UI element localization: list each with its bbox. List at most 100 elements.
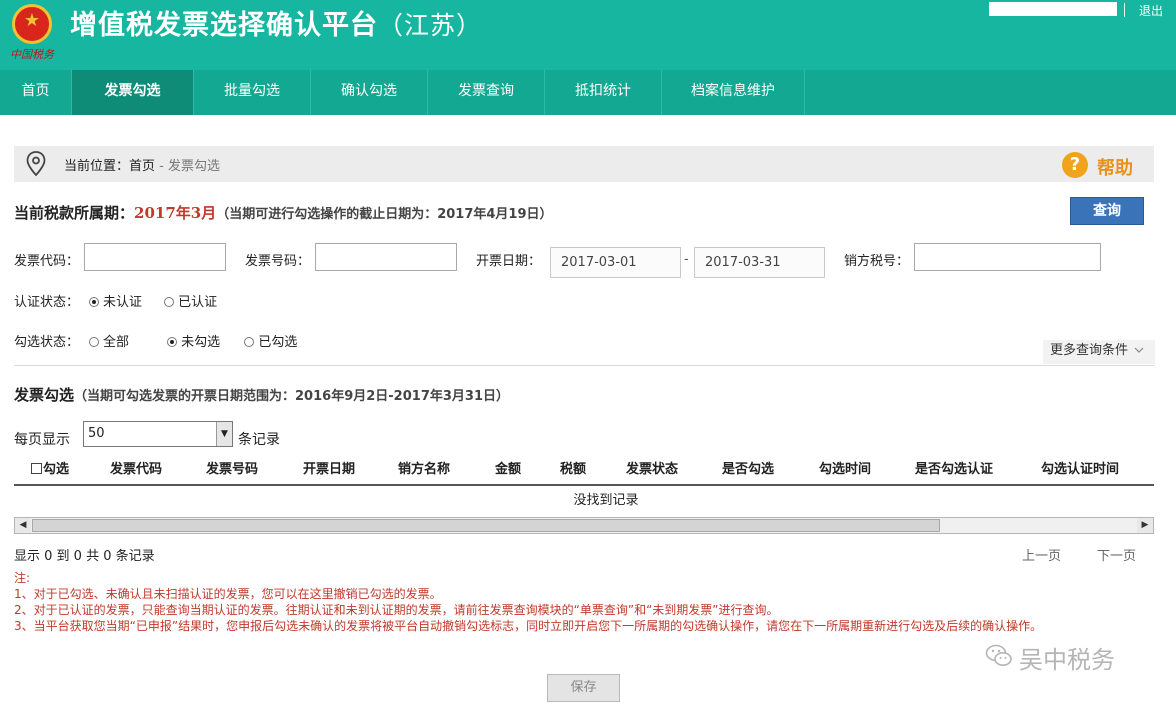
breadcrumb-separator: - [155, 159, 168, 174]
th-is-selected: 是否勾选 [722, 462, 775, 477]
issue-date-label: 开票日期： [476, 254, 542, 269]
th-tax: 税额 [560, 462, 587, 477]
tax-period-label: 当前税款所属期： [14, 204, 135, 222]
radio-unchecked-icon [164, 297, 175, 307]
invoice-number-label: 发票号码： [245, 254, 311, 269]
tax-period-value: 2017年3月 [134, 204, 217, 222]
app-header: ★ 中国税务 增值税发票选择确认平台（江苏） 退出 [0, 0, 1176, 70]
radio-label: 全部 [103, 335, 130, 350]
table-empty-message: 没找到记录 [573, 493, 639, 508]
nav-item-invoice-query[interactable]: 发票查询 [428, 70, 545, 115]
pagesize-value: 50 [88, 426, 105, 441]
query-button[interactable]: 查询 [1070, 197, 1144, 225]
section-title-text: 发票勾选 [14, 386, 75, 404]
emblem-text: 中国税务 [10, 48, 54, 61]
notes-panel: 注: 1、对于已勾选、未确认且未扫描认证的发票，您可以在这里撤销已勾选的发票。 … [14, 570, 1164, 634]
th-invoice-number: 发票号码 [206, 462, 259, 477]
note-line: 2、对于已认证的发票，只能查询当期认证的发票。往期认证和未到认证期的发票，请前往… [14, 603, 779, 617]
app-title-province: （江苏） [378, 11, 483, 40]
more-conditions-label: 更多查询条件 [1050, 343, 1129, 358]
radio-label: 未认证 [103, 295, 143, 310]
select-status-all-radio[interactable]: 全部 [89, 331, 129, 350]
nav-item-invoice-select[interactable]: 发票勾选 [72, 70, 194, 115]
tax-period: 当前税款所属期：2017年3月（当期可进行勾选操作的截止日期为：2017年4月1… [14, 202, 553, 223]
radio-checked-icon [167, 337, 178, 347]
breadcrumb-text: 当前位置：首页 - 发票勾选 [64, 155, 220, 174]
nav-item-deduction-stats[interactable]: 抵扣统计 [545, 70, 662, 115]
th-select-time: 勾选时间 [819, 462, 872, 477]
pagesize-suffix: 条记录 [238, 432, 280, 448]
nav-item-batch-select[interactable]: 批量勾选 [194, 70, 311, 115]
scroll-left-icon[interactable]: ◀ [15, 518, 31, 533]
main-nav: 首页 发票勾选 批量勾选 确认勾选 发票查询 抵扣统计 档案信息维护 [0, 70, 1176, 115]
scroll-right-icon[interactable]: ▶ [1137, 518, 1153, 533]
user-name-field[interactable] [989, 2, 1117, 16]
notes-title: 注: [14, 571, 31, 585]
next-page-link[interactable]: 下一页 [1097, 545, 1136, 564]
th-amount: 金额 [495, 462, 522, 477]
th-issue-date: 开票日期 [303, 462, 356, 477]
table-horizontal-scrollbar[interactable]: ◀ ▶ [14, 517, 1154, 534]
nav-item-home[interactable]: 首页 [0, 70, 72, 115]
breadcrumb-current: 发票勾选 [168, 159, 221, 174]
select-status-selected-radio[interactable]: 已勾选 [244, 331, 297, 350]
cert-status-uncertified-radio[interactable]: 未认证 [89, 291, 142, 310]
app-title: 增值税发票选择确认平台（江苏） [70, 8, 482, 44]
note-line: 3、当平台获取您当期“已申报”结果时，您申报后勾选未确认的发票将被平台自动撤销勾… [14, 619, 1043, 633]
tax-period-note: （当期可进行勾选操作的截止日期为：2017年4月19日） [216, 207, 553, 222]
select-status-radio-group: 全部 未勾选 已勾选 [89, 331, 315, 350]
help-icon: ? [1062, 152, 1088, 178]
section-title-note: （当期可勾选发票的开票日期范围为：2016年9月2日-2017年3月31日） [74, 389, 510, 404]
cert-status-radio-group: 未认证 已认证 [89, 291, 235, 310]
dropdown-arrow-icon: ▼ [216, 422, 232, 446]
location-pin-icon [26, 151, 46, 177]
issue-date-from-field[interactable] [550, 247, 681, 278]
th-invoice-code: 发票代码 [110, 462, 163, 477]
breadcrumb-home-link[interactable]: 首页 [129, 159, 155, 174]
invoice-code-field[interactable] [84, 243, 226, 271]
nav-item-archive-maintenance[interactable]: 档案信息维护 [662, 70, 805, 115]
nav-item-confirm-select[interactable]: 确认勾选 [311, 70, 428, 115]
radio-unchecked-icon [89, 337, 99, 347]
pagesize-select[interactable]: 50 ▼ [83, 421, 233, 447]
table-header-divider [14, 484, 1154, 486]
invoice-select-section-title: 发票勾选（当期可勾选发票的开票日期范围为：2016年9月2日-2017年3月31… [14, 384, 509, 405]
seller-tax-id-label: 销方税号： [844, 254, 910, 269]
save-button[interactable]: 保存 [547, 674, 620, 702]
select-status-label: 勾选状态： [14, 335, 80, 350]
app-title-main: 增值税发票选择确认平台 [70, 10, 378, 41]
radio-checked-icon [89, 297, 99, 307]
th-label: 勾选 [43, 462, 70, 477]
wechat-icon [985, 644, 1012, 666]
seller-tax-id-field[interactable] [914, 243, 1101, 271]
chevron-down-icon [1134, 347, 1144, 353]
more-conditions-toggle[interactable]: 更多查询条件 [1043, 340, 1155, 364]
th-is-select-certified: 是否勾选认证 [915, 462, 994, 477]
select-status-unselected-radio[interactable]: 未勾选 [167, 331, 220, 350]
section-divider [14, 365, 1154, 366]
tax-emblem-logo: ★ 中国税务 [6, 4, 58, 64]
th-invoice-status: 发票状态 [626, 462, 679, 477]
logout-link[interactable]: 退出 [1139, 3, 1163, 19]
issue-date-to-field[interactable] [694, 247, 825, 278]
radio-label: 已认证 [178, 295, 218, 310]
th-seller-name: 销方名称 [398, 462, 451, 477]
table-header-row: 勾选 发票代码 发票号码 开票日期 销方名称 金额 税额 发票状态 是否勾选 勾… [14, 452, 1154, 482]
prev-page-link[interactable]: 上一页 [1022, 545, 1061, 564]
date-range-separator: - [684, 252, 689, 267]
emblem-star-icon: ★ [23, 10, 41, 31]
radio-label: 已勾选 [258, 335, 298, 350]
pagesize-prefix: 每页显示 [14, 432, 70, 448]
checkbox-icon[interactable] [31, 463, 42, 474]
watermark-text: 吴中税务 [1019, 646, 1115, 674]
cert-status-certified-radio[interactable]: 已认证 [164, 291, 217, 310]
header-separator [1124, 3, 1125, 17]
help-label: 帮助 [1097, 158, 1133, 179]
th-select-all[interactable]: 勾选 [31, 458, 69, 477]
radio-unchecked-icon [244, 337, 255, 347]
scrollbar-thumb[interactable] [32, 519, 940, 532]
radio-label: 未勾选 [181, 335, 221, 350]
breadcrumb: 当前位置：首页 - 发票勾选 [14, 146, 1154, 182]
invoice-number-field[interactable] [315, 243, 457, 271]
note-line: 1、对于已勾选、未确认且未扫描认证的发票，您可以在这里撤销已勾选的发票。 [14, 587, 442, 601]
